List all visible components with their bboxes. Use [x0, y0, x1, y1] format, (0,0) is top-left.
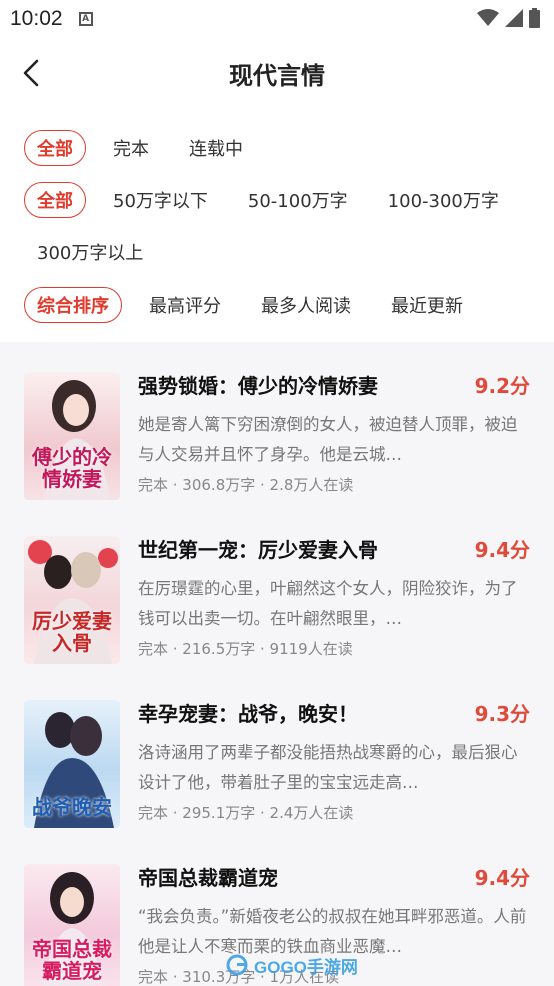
book-cover: 战爷晚安 — [24, 700, 120, 828]
sort-comprehensive[interactable]: 综合排序 — [24, 287, 122, 323]
sort-recent[interactable]: 最近更新 — [378, 287, 476, 323]
book-cover: 傅少的冷情娇妻 — [24, 372, 120, 500]
book-item[interactable]: 战爷晚安 幸孕宠妻：战爷，晚安！ 9.3分 洛诗涵用了两辈子都没能捂热战寒爵的心… — [24, 700, 530, 832]
book-title: 强势锁婚：傅少的冷情娇妻 — [138, 374, 378, 398]
watermark-logo: GOGO手游网 — [226, 948, 526, 982]
wifi-icon — [477, 9, 499, 26]
cover-title: 帝国总裁霸道宠 — [32, 937, 112, 983]
battery-icon — [529, 8, 540, 28]
filter-words-over-300w[interactable]: 300万字以上 — [24, 234, 156, 270]
book-item[interactable]: 厉少爱妻入骨 世纪第一宠：厉少爱妻入骨 9.4分 在厉璟霆的心里，叶翩然这个女人… — [24, 536, 530, 668]
filter-words-50-100w[interactable]: 50-100万字 — [235, 182, 361, 218]
cover-title: 战爷晚安 — [32, 795, 112, 819]
book-score: 9.2分 — [474, 374, 530, 398]
book-description: 她是寄人篱下穷困潦倒的女人，被迫替人顶罪，被迫与人交易并且怀了身孕。他是云城… — [138, 415, 518, 464]
sort-top-rated[interactable]: 最高评分 — [136, 287, 234, 323]
status-bar: 10:02 A — [0, 0, 554, 38]
book-meta: 完本 · 295.1万字 · 2.4万人在读 — [138, 804, 354, 822]
book-description: 在厉璟霆的心里，叶翩然这个女人，阴险狡诈，为了钱可以出卖一切。在叶翩然眼里，… — [138, 579, 518, 628]
book-description: 洛诗涵用了两辈子都没能捂热战寒爵的心，最后狠心设计了他，带着肚子里的宝宝远走高… — [138, 743, 518, 792]
status-filter-row: 全部 完本 连载中 — [24, 130, 270, 166]
book-title: 幸孕宠妻：战爷，晚安！ — [138, 702, 358, 726]
filter-status-all[interactable]: 全部 — [24, 130, 86, 166]
words-filter-row: 全部 50万字以下 50-100万字 100-300万字 300万字以上 — [24, 182, 544, 270]
status-icons — [477, 8, 540, 28]
book-info: 强势锁婚：傅少的冷情娇妻 9.2分 她是寄人篱下穷困潦倒的女人，被迫替人顶罪，被… — [138, 372, 530, 504]
status-time: 10:02 — [10, 7, 63, 30]
book-info: 幸孕宠妻：战爷，晚安！ 9.3分 洛诗涵用了两辈子都没能捂热战寒爵的心，最后狠心… — [138, 700, 530, 832]
book-info: 世纪第一宠：厉少爱妻入骨 9.4分 在厉璟霆的心里，叶翩然这个女人，阴险狡诈，为… — [138, 536, 530, 668]
sort-filter-row: 综合排序 最高评分 最多人阅读 最近更新 — [24, 287, 490, 323]
book-cover: 帝国总裁霸道宠 — [24, 864, 120, 986]
notification-icon: A — [78, 12, 93, 26]
book-list: 傅少的冷情娇妻 强势锁婚：傅少的冷情娇妻 9.2分 她是寄人篱下穷困潦倒的女人，… — [0, 342, 554, 986]
signal-icon — [505, 9, 523, 27]
back-button[interactable] — [16, 58, 46, 88]
logo-icon — [226, 954, 248, 976]
book-score: 9.3分 — [474, 702, 530, 726]
filter-words-all[interactable]: 全部 — [24, 182, 86, 218]
sort-most-read[interactable]: 最多人阅读 — [248, 287, 364, 323]
book-cover: 厉少爱妻入骨 — [24, 536, 120, 664]
book-score: 9.4分 — [474, 866, 530, 890]
filter-words-under-50w[interactable]: 50万字以下 — [100, 182, 221, 218]
cover-title: 厉少爱妻入骨 — [32, 609, 112, 655]
watermark-text: GOGO手游网 — [254, 957, 358, 977]
page-title: 现代言情 — [229, 61, 325, 90]
book-title: 帝国总裁霸道宠 — [138, 866, 278, 890]
cover-title: 傅少的冷情娇妻 — [32, 445, 112, 491]
book-item[interactable]: 傅少的冷情娇妻 强势锁婚：傅少的冷情娇妻 9.2分 她是寄人篱下穷困潦倒的女人，… — [24, 372, 530, 504]
book-title: 世纪第一宠：厉少爱妻入骨 — [138, 538, 378, 562]
book-meta: 完本 · 216.5万字 · 9119人在读 — [138, 640, 353, 658]
filter-words-100-300w[interactable]: 100-300万字 — [375, 182, 512, 218]
book-meta: 完本 · 306.8万字 · 2.8万人在读 — [138, 476, 354, 494]
header: 现代言情 — [0, 38, 554, 108]
filter-status-ongoing[interactable]: 连载中 — [176, 130, 256, 166]
filter-status-finished[interactable]: 完本 — [100, 130, 162, 166]
chevron-left-icon — [23, 59, 39, 87]
book-score: 9.4分 — [474, 538, 530, 562]
